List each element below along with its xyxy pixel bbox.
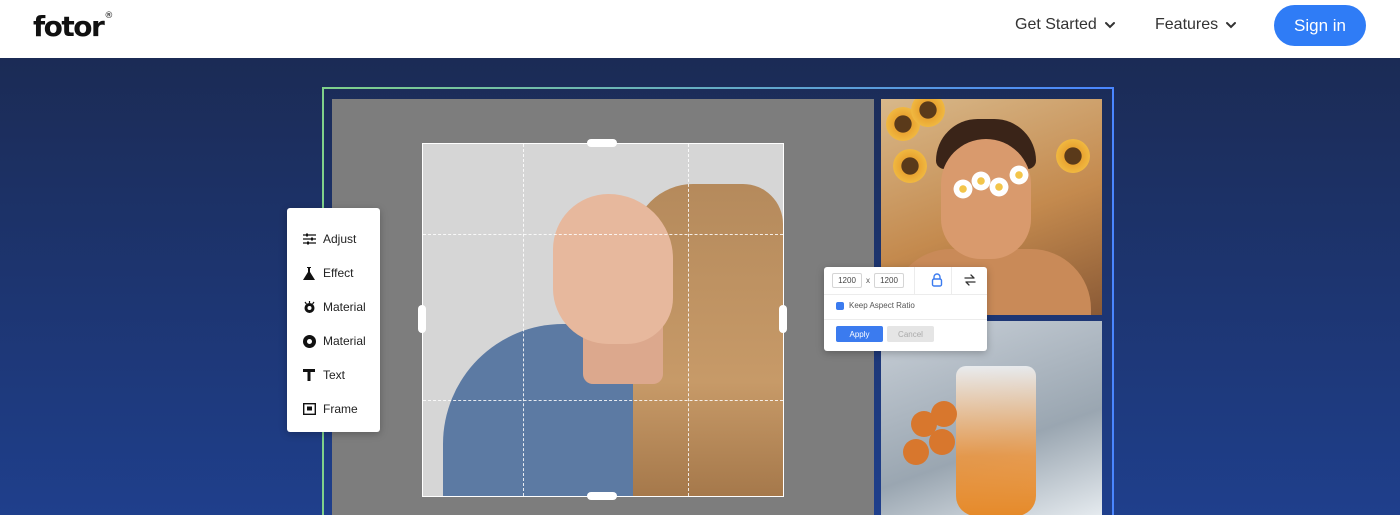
- daisy-decor: [971, 171, 991, 191]
- divider: [914, 267, 915, 294]
- apricot: [903, 439, 929, 465]
- fotor-logo[interactable]: fotor®: [33, 10, 113, 43]
- divider: [824, 319, 987, 320]
- height-input[interactable]: 1200: [874, 273, 904, 288]
- crop-grid-line: [688, 144, 689, 496]
- flask-icon: [302, 266, 316, 280]
- glass-of-juice: [956, 366, 1036, 515]
- text-icon: [302, 368, 316, 382]
- divider: [824, 294, 987, 295]
- nav-get-started[interactable]: Get Started: [1015, 16, 1117, 34]
- size-inputs: 1200 x 1200: [832, 273, 904, 288]
- crop-grid-line: [423, 234, 783, 235]
- chevron-down-icon: [1226, 22, 1237, 29]
- swap-icon[interactable]: [964, 274, 976, 286]
- crop-handle-left[interactable]: [418, 305, 426, 333]
- sunflower-decor: [893, 149, 927, 183]
- tool-label: Effect: [323, 266, 354, 280]
- keep-aspect-ratio[interactable]: Keep Aspect Ratio: [836, 301, 915, 310]
- apply-button[interactable]: Apply: [836, 326, 883, 342]
- width-input[interactable]: 1200: [832, 273, 862, 288]
- crop-handle-top[interactable]: [587, 139, 617, 147]
- tool-label: Frame: [323, 402, 358, 416]
- sunflower-decor: [1056, 139, 1090, 173]
- tool-panel: Adjust Effect Material Material Text Fra…: [287, 208, 380, 432]
- sign-in-button[interactable]: Sign in: [1274, 5, 1366, 46]
- cancel-button[interactable]: Cancel: [887, 326, 934, 342]
- sliders-icon: [302, 232, 316, 246]
- editor-canvas: [332, 99, 874, 515]
- divider: [951, 267, 952, 294]
- daisy-decor: [989, 177, 1009, 197]
- tool-adjust[interactable]: Adjust: [287, 222, 380, 256]
- size-separator: x: [866, 276, 870, 285]
- tool-label: Text: [323, 368, 346, 382]
- lock-icon[interactable]: [931, 273, 943, 287]
- daisy-decor: [953, 179, 973, 199]
- daisy-decor: [1009, 165, 1029, 185]
- crop-handle-right[interactable]: [779, 305, 787, 333]
- tool-label: Material: [323, 300, 366, 314]
- crop-box[interactable]: [422, 143, 784, 497]
- eye-sticker-icon: [302, 300, 316, 314]
- crop-grid-line: [523, 144, 524, 496]
- frame-icon: [302, 402, 316, 416]
- crop-grid-line: [423, 400, 783, 401]
- nav-get-started-label: Get Started: [1015, 16, 1097, 33]
- nav-features[interactable]: Features: [1155, 16, 1238, 34]
- resize-popup: 1200 x 1200 Keep Aspect Ratio Apply Canc…: [824, 267, 987, 351]
- apricot: [931, 401, 957, 427]
- top-nav-bar: fotor® Get Started Features Sign in: [0, 0, 1400, 58]
- tool-text[interactable]: Text: [287, 358, 380, 392]
- photo-face: [941, 139, 1031, 259]
- keep-aspect-ratio-label: Keep Aspect Ratio: [849, 301, 915, 310]
- tool-material-sticker[interactable]: Material: [287, 290, 380, 324]
- portrait-face: [553, 194, 673, 344]
- apricot: [929, 429, 955, 455]
- tool-label: Material: [323, 334, 366, 348]
- crop-handle-bottom[interactable]: [587, 492, 617, 500]
- tool-frame[interactable]: Frame: [287, 392, 380, 426]
- tool-material-shape[interactable]: Material: [287, 324, 380, 358]
- hero-section: Adjust Effect Material Material Text Fra…: [0, 58, 1400, 515]
- nav-features-label: Features: [1155, 16, 1219, 33]
- chevron-down-icon: [1104, 22, 1115, 29]
- tool-label: Adjust: [323, 232, 357, 246]
- tool-effect[interactable]: Effect: [287, 256, 380, 290]
- sunflower-decor: [911, 99, 945, 127]
- checkbox-checked[interactable]: [836, 301, 844, 310]
- circle-icon: [302, 334, 316, 348]
